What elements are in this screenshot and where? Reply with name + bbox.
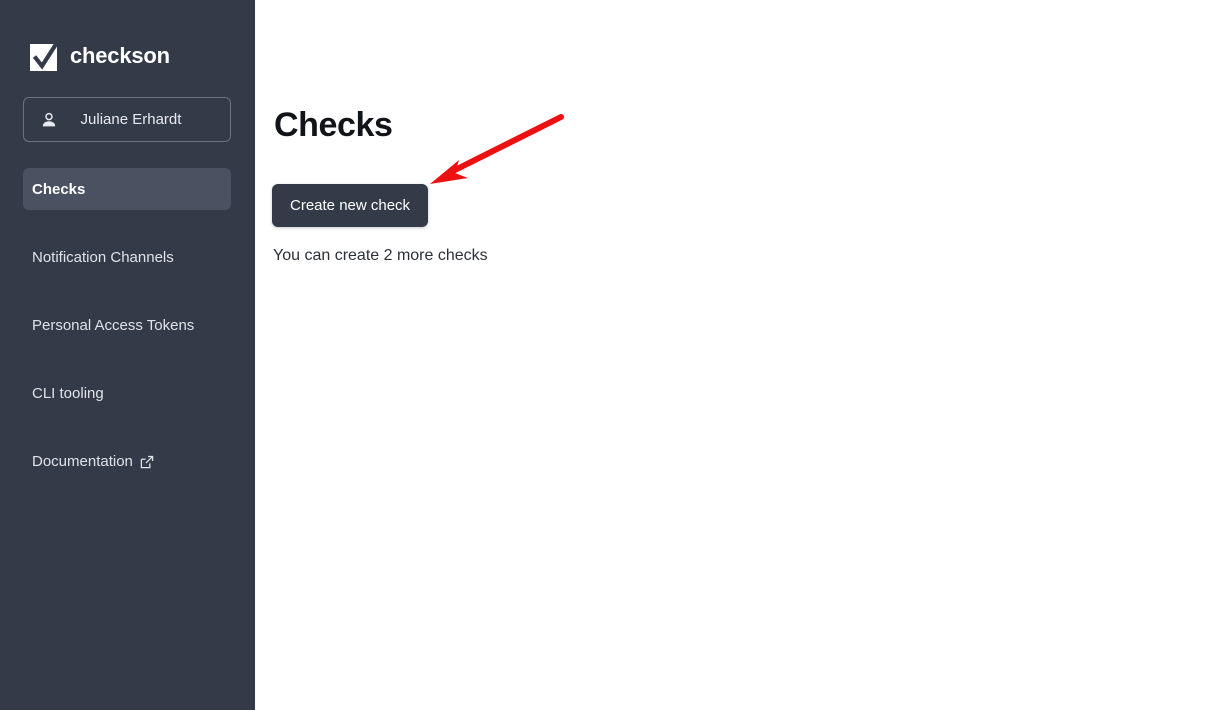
create-new-check-button[interactable]: Create new check	[272, 184, 429, 227]
sidebar-item-notification-channels[interactable]: Notification Channels	[23, 236, 231, 278]
quota-text: You can create 2 more checks	[273, 247, 488, 264]
sidebar-nav: Checks Notification Channels Personal Ac…	[23, 168, 231, 508]
sidebar-item-label: Notification Channels	[32, 248, 174, 266]
sidebar-item-personal-access-tokens[interactable]: Personal Access Tokens	[23, 304, 231, 346]
page-title: Checks	[274, 106, 393, 144]
sidebar-item-label: CLI tooling	[32, 384, 104, 402]
sidebar-item-label: Documentation	[32, 452, 133, 470]
person-icon	[40, 111, 58, 129]
sidebar-item-cli-tooling[interactable]: CLI tooling	[23, 372, 231, 414]
sidebar-item-checks[interactable]: Checks	[23, 168, 231, 210]
sidebar-item-label: Personal Access Tokens	[32, 316, 195, 334]
app-root: checkson Juliane Erhardt Checks Notifica…	[0, 0, 1229, 710]
sidebar-item-documentation[interactable]: Documentation	[23, 440, 231, 482]
user-profile-button[interactable]: Juliane Erhardt	[23, 97, 231, 142]
sidebar: checkson Juliane Erhardt Checks Notifica…	[0, 0, 255, 710]
brand-logo-wordmark[interactable]: checkson	[30, 38, 170, 74]
main-content: Checks Create new check You can create 2…	[255, 0, 1229, 710]
brand-name: checkson	[70, 43, 170, 68]
sidebar-item-label: Checks	[32, 180, 86, 198]
checkmark-square-icon	[30, 38, 61, 71]
external-link-icon	[140, 455, 154, 469]
